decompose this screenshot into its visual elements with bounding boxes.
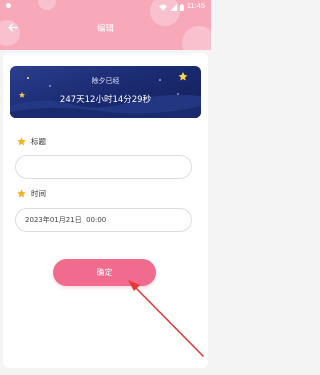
confirm-button[interactable]: 确定 (53, 259, 156, 286)
title-label-text: 标题 (31, 137, 46, 146)
back-button[interactable] (6, 20, 20, 34)
time-field-label: 时间 (17, 188, 46, 199)
notification-dot (6, 3, 11, 8)
title-input[interactable] (15, 155, 192, 179)
time-input-value: 2023年01月21日 00:00 (25, 216, 107, 224)
app-header: 编辑 (0, 11, 211, 44)
star-icon (17, 137, 26, 146)
countdown-banner: 除夕已经 247天12小时14分29秒 (10, 66, 201, 118)
star-icon (17, 189, 26, 198)
night-sky-illustration (10, 72, 201, 118)
page-title: 编辑 (96, 23, 114, 34)
status-time: 11:45 (186, 1, 205, 10)
status-bar: 11:45 (0, 0, 211, 11)
countdown-label: 除夕已经 (91, 77, 120, 85)
title-field-label: 标题 (17, 136, 46, 147)
time-label-text: 时间 (31, 189, 46, 198)
time-picker-input[interactable]: 2023年01月21日 00:00 (15, 208, 192, 232)
arrow-left-icon (8, 22, 18, 32)
countdown-value: 247天12小时14分29秒 (59, 95, 152, 105)
